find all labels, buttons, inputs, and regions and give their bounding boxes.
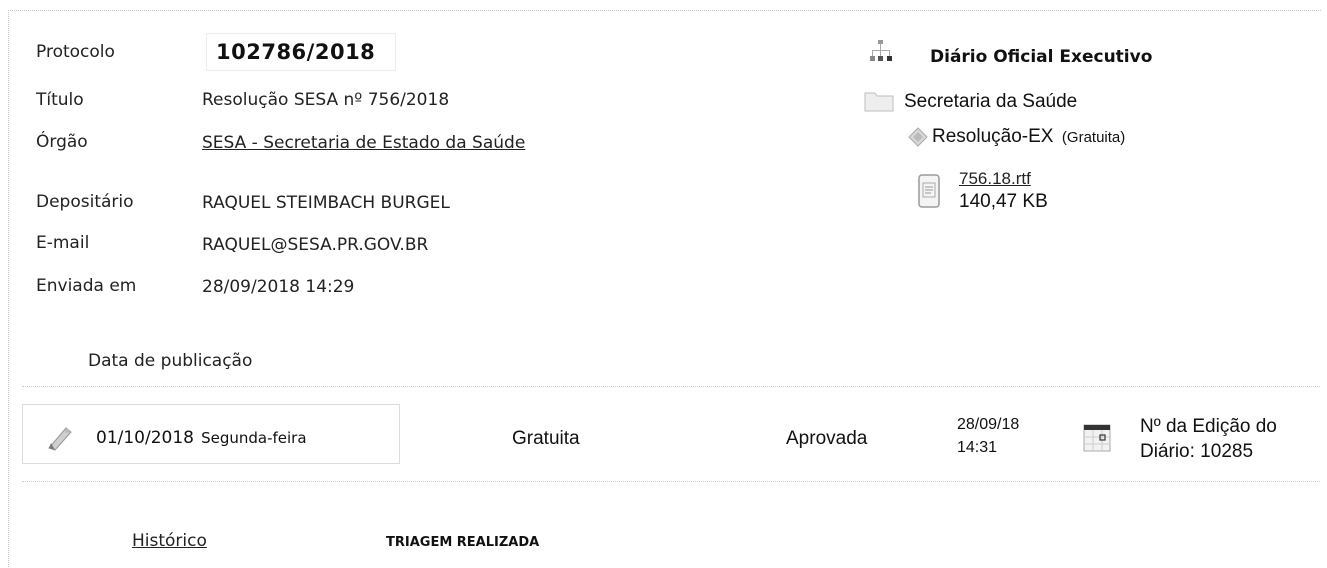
tree-root-label: Diário Oficial Executivo xyxy=(930,47,1153,67)
publication-weekday: Segunda-feira xyxy=(201,429,307,447)
divider-bottom xyxy=(22,481,1320,482)
calendar-icon xyxy=(1083,423,1111,453)
orgao-label: Órgão xyxy=(36,132,88,152)
publication-cost: Gratuita xyxy=(512,428,580,449)
depositario-value: RAQUEL STEIMBACH BURGEL xyxy=(202,193,450,213)
email-label: E-mail xyxy=(36,233,90,253)
edition-line2: Diário: 10285 xyxy=(1140,441,1254,462)
orgao-link[interactable]: SESA - Secretaria de Estado da Saúde xyxy=(202,133,525,153)
publication-date-row: 01/10/2018 Segunda-feira xyxy=(96,428,307,448)
pen-icon xyxy=(46,426,74,452)
publication-date: 01/10/2018 xyxy=(96,428,194,448)
edition-line1: Nº da Edição do xyxy=(1140,416,1277,437)
type-note: (Gratuita) xyxy=(1061,129,1126,146)
titulo-label: Título xyxy=(36,90,84,110)
titulo-value: Resolução SESA nº 756/2018 xyxy=(202,90,450,110)
file-size: 140,47 KB xyxy=(959,191,1048,212)
depositario-label: Depositário xyxy=(36,192,134,212)
protocolo-value: 102786/2018 xyxy=(216,40,376,64)
enviada-value: 28/09/2018 14:29 xyxy=(202,277,355,297)
document-icon xyxy=(917,174,941,208)
status-text: TRIAGEM REALIZADA xyxy=(386,535,540,550)
diamond-icon xyxy=(908,127,928,147)
enviada-label: Enviada em xyxy=(36,276,137,296)
protocolo-label: Protocolo xyxy=(36,42,115,62)
type-row[interactable]: Resolução-EX (Gratuita) xyxy=(932,126,1125,148)
divider-top xyxy=(22,386,1320,387)
publication-section-label: Data de publicação xyxy=(88,351,253,371)
approved-time: 14:31 xyxy=(957,439,998,456)
publication-status: Aprovada xyxy=(786,428,868,449)
approved-date: 28/09/18 xyxy=(957,416,1020,433)
email-value: RAQUEL@SESA.PR.GOV.BR xyxy=(202,235,429,255)
historico-link[interactable]: Histórico xyxy=(132,531,207,551)
file-link[interactable]: 756.18.rtf xyxy=(959,169,1031,189)
folder-icon[interactable] xyxy=(864,90,894,112)
folder-label[interactable]: Secretaria da Saúde xyxy=(904,91,1077,113)
type-label: Resolução-EX xyxy=(932,126,1054,147)
sitemap-icon xyxy=(870,40,892,64)
